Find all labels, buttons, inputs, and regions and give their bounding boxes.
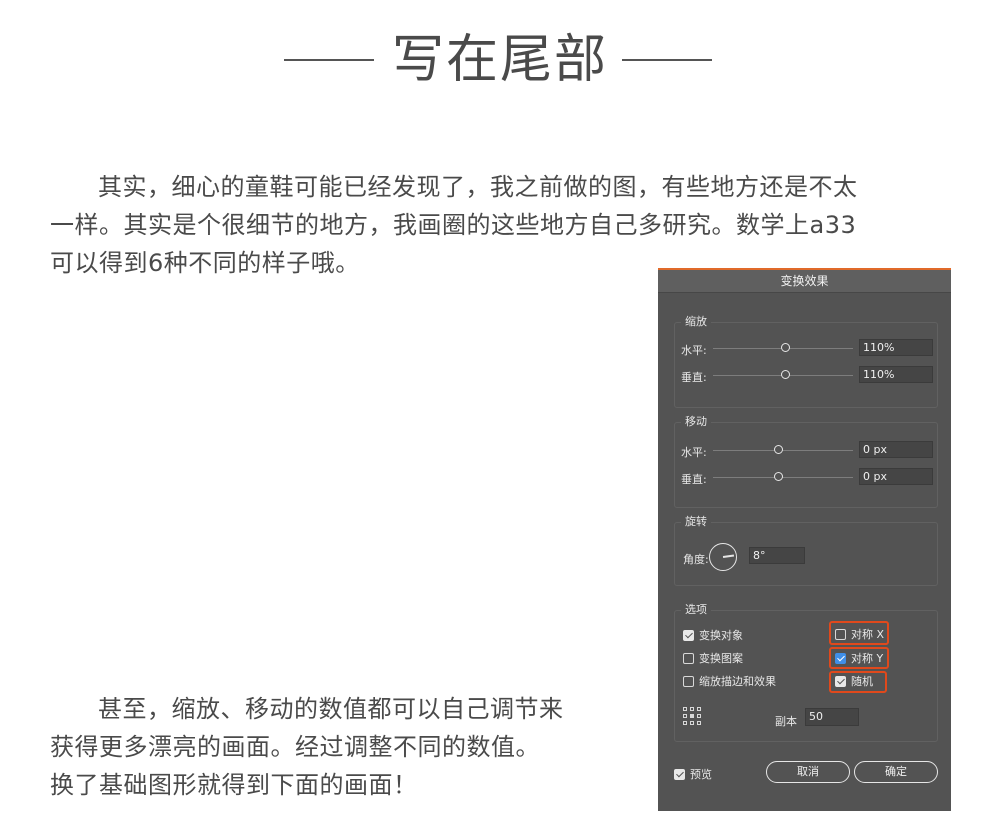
transform-objects-label: 变换对象 bbox=[699, 629, 743, 642]
scale-group: 缩放 水平: 110% 垂直: 110% bbox=[674, 315, 938, 408]
move-horizontal-input[interactable]: 0 px bbox=[859, 441, 933, 458]
angle-dial-hand bbox=[722, 554, 734, 558]
section-heading: 写在尾部 bbox=[0, 24, 1000, 100]
paragraph-line: 其实，细心的童鞋可能已经发现了，我之前做的图，有些地方还是不太 bbox=[98, 173, 858, 201]
angle-dial-icon[interactable] bbox=[709, 543, 737, 571]
move-horizontal-slider-track[interactable] bbox=[713, 450, 853, 451]
transform-patterns-option[interactable]: 变换图案 bbox=[683, 652, 743, 668]
move-vertical-slider-track[interactable] bbox=[713, 477, 853, 478]
paragraph-line: 一样。其实是个很细节的地方，我画圈的这些地方自己多研究。数学上a33 bbox=[50, 211, 857, 239]
scale-strokes-option[interactable]: 缩放描边和效果 bbox=[683, 675, 776, 691]
heading-rule-right bbox=[622, 59, 712, 61]
ref-point-cell bbox=[690, 707, 694, 711]
scale-horizontal-row: 水平: 110% bbox=[681, 339, 933, 359]
ref-point-cell bbox=[697, 721, 701, 725]
preview-option[interactable]: 预览 bbox=[674, 766, 712, 782]
copies-input[interactable]: 50 bbox=[805, 708, 859, 726]
scale-horizontal-slider-knob[interactable] bbox=[781, 343, 791, 352]
scale-strokes-checkbox[interactable] bbox=[683, 676, 694, 687]
reflect-x-label: 对称 X bbox=[851, 628, 885, 641]
move-horizontal-row: 水平: 0 px bbox=[681, 441, 933, 461]
scale-vertical-input[interactable]: 110% bbox=[859, 366, 933, 383]
transform-objects-option[interactable]: 变换对象 bbox=[683, 629, 743, 645]
move-group: 移动 水平: 0 px 垂直: 0 px bbox=[674, 415, 938, 508]
angle-input[interactable]: 8° bbox=[749, 547, 805, 564]
options-group: 选项 变换对象 变换图案 缩放描边和效果 对称 X 对称 Y 随机 副本 50 bbox=[674, 603, 938, 742]
move-group-label: 移动 bbox=[681, 415, 711, 429]
ref-point-cell bbox=[697, 714, 701, 718]
copies-label: 副本 bbox=[775, 715, 797, 728]
heading-title: 写在尾部 bbox=[391, 30, 608, 90]
transform-patterns-checkbox[interactable] bbox=[683, 653, 694, 664]
cancel-button[interactable]: 取消 bbox=[766, 761, 850, 783]
ref-point-cell bbox=[683, 714, 687, 718]
scale-group-label: 缩放 bbox=[681, 315, 711, 329]
ref-point-cell bbox=[683, 707, 687, 711]
move-vertical-slider-knob[interactable] bbox=[774, 472, 784, 481]
scale-vertical-slider-knob[interactable] bbox=[781, 370, 791, 379]
random-label: 随机 bbox=[851, 675, 873, 688]
scale-horizontal-input[interactable]: 110% bbox=[859, 339, 933, 356]
heading-rule-left bbox=[284, 59, 374, 61]
ref-point-cell-selected bbox=[690, 714, 694, 718]
move-vertical-row: 垂直: 0 px bbox=[681, 468, 933, 488]
paragraph-line: 换了基础图形就得到下面的画面！ bbox=[50, 771, 418, 799]
article-paragraph-1: 其实，细心的童鞋可能已经发现了，我之前做的图，有些地方还是不太 一样。其实是个很… bbox=[50, 168, 950, 282]
dialog-title: 变换效果 bbox=[658, 270, 951, 293]
ref-point-cell bbox=[690, 721, 694, 725]
paragraph-line: 甚至，缩放、移动的数值都可以自己调节来 bbox=[98, 695, 564, 723]
ref-point-cell bbox=[697, 707, 701, 711]
rotate-group-label: 旋转 bbox=[681, 515, 711, 529]
reflect-x-checkbox[interactable] bbox=[835, 629, 846, 640]
ref-point-cell bbox=[683, 721, 687, 725]
random-option[interactable]: 随机 bbox=[835, 675, 873, 691]
reflect-y-label: 对称 Y bbox=[851, 652, 884, 665]
preview-checkbox[interactable] bbox=[674, 769, 685, 780]
random-checkbox[interactable] bbox=[835, 676, 846, 687]
scale-strokes-label: 缩放描边和效果 bbox=[699, 675, 776, 688]
article-paragraph-2: 甚至，缩放、移动的数值都可以自己调节来 获得更多漂亮的画面。经过调整不同的数值。… bbox=[50, 690, 630, 804]
options-group-label: 选项 bbox=[681, 603, 711, 617]
scale-vertical-label: 垂直: bbox=[681, 371, 707, 384]
angle-label: 角度: bbox=[683, 553, 709, 566]
reference-point-icon[interactable] bbox=[683, 707, 701, 725]
scale-vertical-row: 垂直: 110% bbox=[681, 366, 933, 386]
transform-effect-dialog: 变换效果 缩放 水平: 110% 垂直: 110% 移动 水平: 0 px 垂直… bbox=[658, 268, 951, 811]
reflect-y-option[interactable]: 对称 Y bbox=[835, 652, 883, 668]
rotate-group: 旋转 角度: 8° bbox=[674, 515, 938, 586]
ok-button[interactable]: 确定 bbox=[854, 761, 938, 783]
reflect-x-option[interactable]: 对称 X bbox=[835, 628, 884, 644]
transform-objects-checkbox[interactable] bbox=[683, 630, 694, 641]
transform-patterns-label: 变换图案 bbox=[699, 652, 743, 665]
move-horizontal-slider-knob[interactable] bbox=[774, 445, 784, 454]
preview-label: 预览 bbox=[690, 768, 712, 781]
move-vertical-label: 垂直: bbox=[681, 473, 707, 486]
move-vertical-input[interactable]: 0 px bbox=[859, 468, 933, 485]
move-horizontal-label: 水平: bbox=[681, 446, 707, 459]
paragraph-line: 获得更多漂亮的画面。经过调整不同的数值。 bbox=[50, 733, 540, 761]
reflect-y-checkbox[interactable] bbox=[835, 653, 846, 664]
scale-horizontal-label: 水平: bbox=[681, 344, 707, 357]
